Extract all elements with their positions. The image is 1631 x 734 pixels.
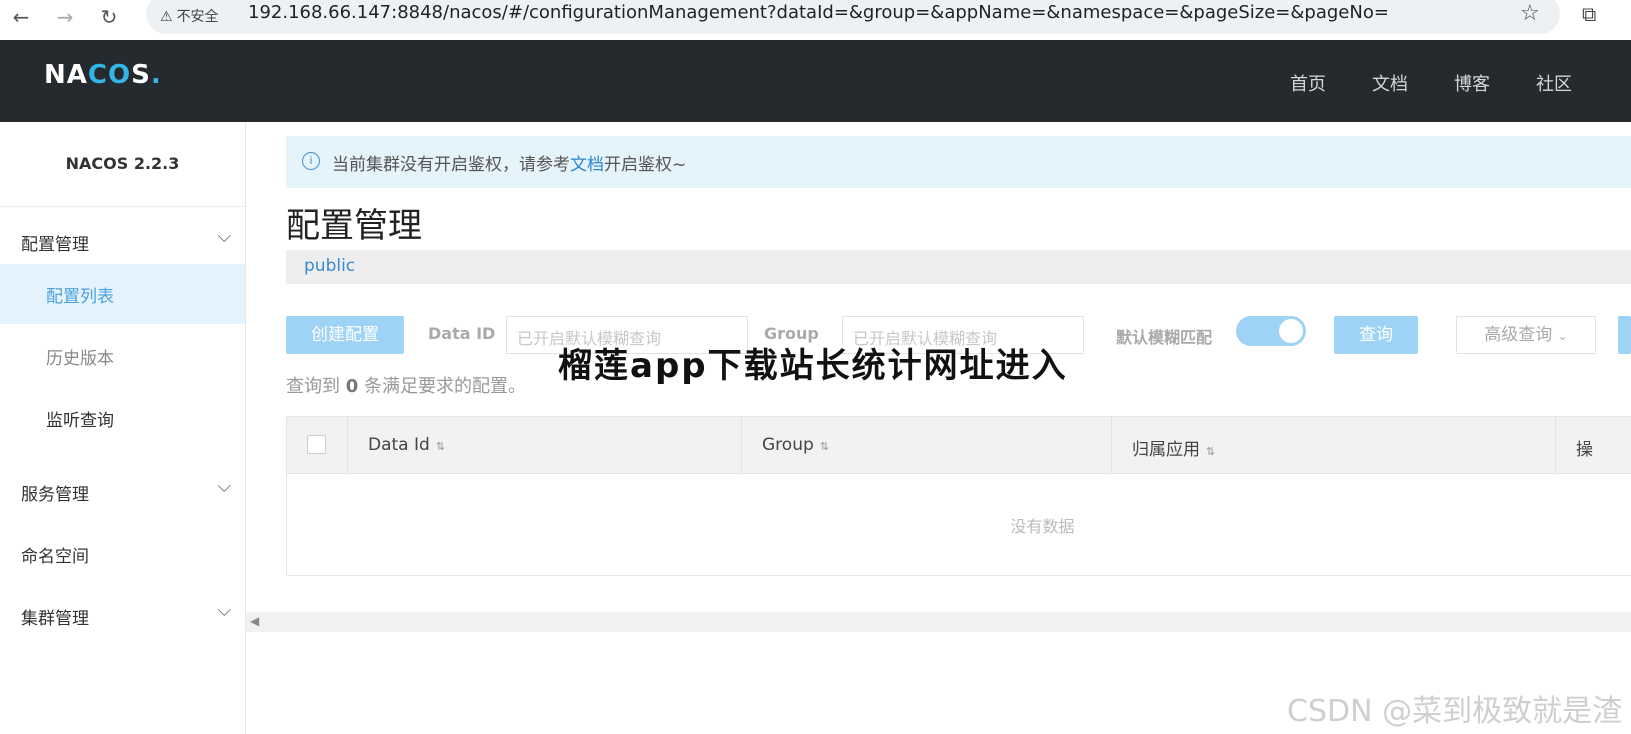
empty-state: 没有数据	[1010, 517, 1075, 536]
security-indicator[interactable]: ⚠ 不安全	[160, 6, 219, 26]
sidebar-item-cluster-management[interactable]: 集群管理 ⌵	[0, 586, 245, 646]
config-table: Data Id ⇅ Group ⇅ 归属应用 ⇅ 操 没有数据	[286, 416, 1631, 576]
sort-icon[interactable]: ⇅	[436, 440, 445, 453]
sidebar-item-config-management[interactable]: 配置管理 ⌵	[0, 212, 245, 272]
namespace-tab-public[interactable]: public	[304, 256, 355, 276]
overlay-title: 榴莲app下载站长统计网址进入	[558, 346, 1068, 386]
extensions-icon[interactable]: ⧉	[1582, 2, 1596, 26]
nav-home[interactable]: 首页	[1290, 70, 1326, 96]
browser-toolbar: ← → ↻ ⚠ 不安全 192.168.66.147:8848/nacos/#/c…	[0, 0, 1631, 40]
nav-blog[interactable]: 博客	[1454, 70, 1490, 96]
namespace-bar: public	[286, 250, 1631, 284]
sidebar-item-namespace[interactable]: 命名空间	[0, 524, 245, 584]
toggle-knob	[1279, 319, 1303, 343]
chevron-down-icon: ⌄	[1557, 329, 1568, 343]
bookmark-star-icon[interactable]: ☆	[1520, 1, 1540, 26]
chevron-down-icon: ⌵	[217, 226, 231, 247]
sidebar-item-service-management[interactable]: 服务管理 ⌵	[0, 462, 245, 522]
docs-link[interactable]: 文档	[570, 155, 604, 175]
chevron-down-icon: ⌵	[217, 600, 231, 621]
forward-icon[interactable]: →	[52, 4, 78, 30]
url-text[interactable]: 192.168.66.147:8848/nacos/#/configuratio…	[248, 2, 1389, 23]
fuzzy-match-toggle[interactable]	[1236, 316, 1306, 346]
column-header-data-id[interactable]: Data Id ⇅	[348, 417, 742, 473]
select-all-checkbox[interactable]	[307, 435, 326, 454]
sidebar-divider	[0, 206, 245, 207]
column-header-actions: 操	[1576, 440, 1593, 460]
auth-notice: i 当前集群没有开启鉴权，请参考文档开启鉴权~	[286, 136, 1631, 188]
table-header: Data Id ⇅ Group ⇅ 归属应用 ⇅ 操	[287, 417, 1631, 474]
nacos-logo[interactable]: NACOS.	[44, 60, 162, 90]
nav-docs[interactable]: 文档	[1372, 70, 1408, 96]
sidebar-item-config-list[interactable]: 配置列表	[0, 264, 245, 324]
create-config-button[interactable]: 创建配置	[286, 316, 404, 354]
reload-icon[interactable]: ↻	[96, 4, 122, 30]
horizontal-scrollbar[interactable]: ◀	[246, 612, 1631, 632]
chevron-down-icon: ⌵	[217, 476, 231, 497]
info-icon: i	[302, 152, 320, 170]
column-header-group[interactable]: Group ⇅	[742, 417, 1112, 473]
advanced-query-button[interactable]: 高级查询 ⌄	[1456, 316, 1596, 354]
import-button-partial[interactable]	[1618, 316, 1631, 354]
scroll-left-icon[interactable]: ◀	[250, 614, 259, 628]
column-header-app[interactable]: 归属应用 ⇅	[1112, 417, 1556, 473]
fuzzy-match-label: 默认模糊匹配	[1116, 328, 1213, 347]
sidebar: NACOS 2.2.3 配置管理 ⌵ 配置列表 历史版本 监听查询 服务管理 ⌵…	[0, 122, 246, 734]
back-icon[interactable]: ←	[8, 4, 34, 30]
data-id-label: Data ID	[428, 324, 496, 343]
version-label: NACOS 2.2.3	[65, 154, 180, 173]
sidebar-item-listener-query[interactable]: 监听查询	[0, 388, 245, 448]
sidebar-item-history[interactable]: 历史版本	[0, 326, 245, 386]
result-count-text: 查询到 0 条满足要求的配置。	[286, 376, 526, 397]
app-header: NACOS. 首页 文档 博客 社区	[0, 40, 1631, 122]
sort-icon[interactable]: ⇅	[820, 440, 829, 453]
main-content: i 当前集群没有开启鉴权，请参考文档开启鉴权~ 配置管理 public 创建配置…	[246, 122, 1631, 734]
query-button[interactable]: 查询	[1334, 316, 1418, 354]
nav-community[interactable]: 社区	[1536, 70, 1572, 96]
watermark: CSDN @菜到极致就是渣	[1287, 694, 1623, 729]
sort-icon[interactable]: ⇅	[1206, 445, 1215, 458]
select-all-cell	[287, 417, 348, 473]
page-title: 配置管理	[286, 206, 422, 246]
warning-icon: ⚠	[160, 9, 173, 25]
